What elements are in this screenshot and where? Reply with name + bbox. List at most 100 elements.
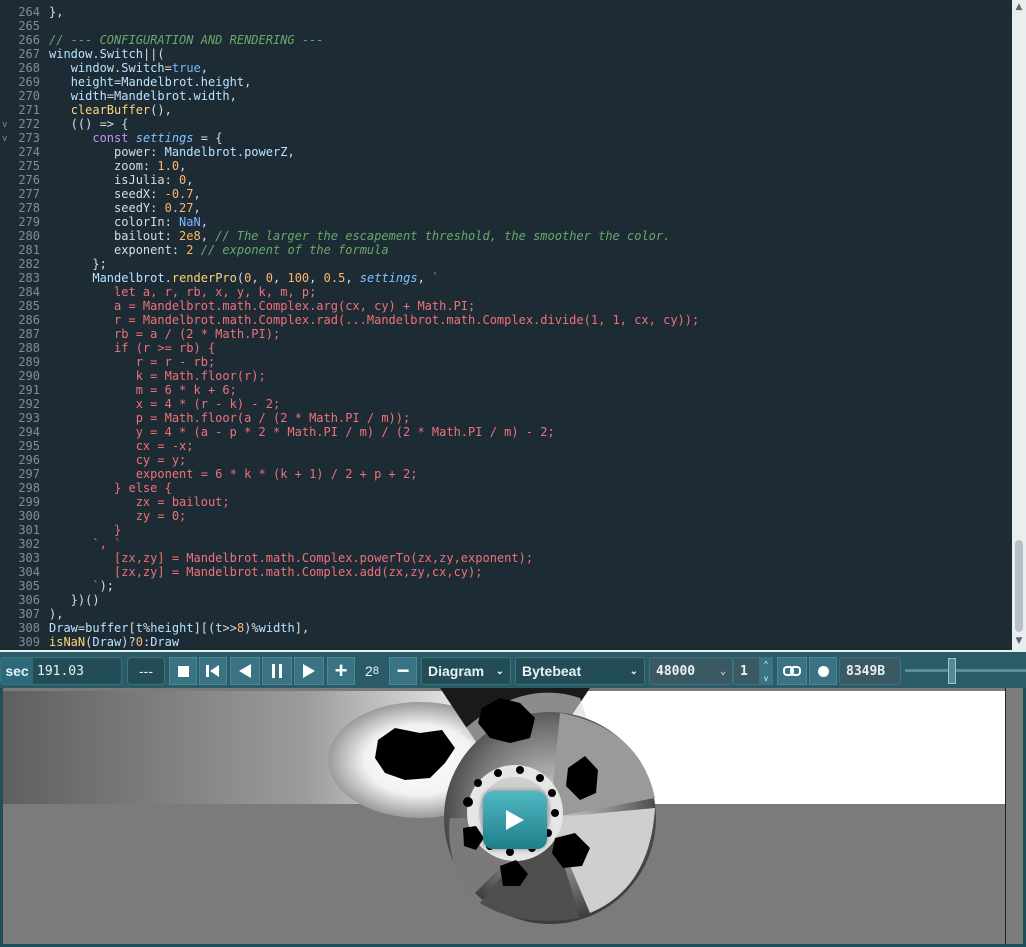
step-forward-button[interactable] bbox=[294, 657, 324, 685]
code-line[interactable]: 306 })() bbox=[0, 593, 1012, 607]
code-line[interactable]: 271 clearBuffer(), bbox=[0, 103, 1012, 117]
line-code[interactable]: cy = y; bbox=[49, 453, 187, 467]
line-code[interactable]: power: Mandelbrot.powerZ, bbox=[49, 145, 295, 159]
line-code[interactable]: [zx,zy] = Mandelbrot.math.Complex.add(zx… bbox=[49, 565, 482, 579]
line-code[interactable]: y = 4 * (a - p * 2 * Math.PI / m) / (2 *… bbox=[49, 425, 555, 439]
code-line[interactable]: 304 [zx,zy] = Mandelbrot.math.Complex.ad… bbox=[0, 565, 1012, 579]
code-line[interactable]: 291 m = 6 * k + 6; bbox=[0, 383, 1012, 397]
line-code[interactable]: k = Math.floor(r); bbox=[49, 369, 266, 383]
code-line[interactable]: 308 Draw=buffer[t%height][(t>>8)%width], bbox=[0, 621, 1012, 635]
line-code[interactable]: }; bbox=[49, 257, 106, 271]
line-code[interactable]: })() bbox=[49, 593, 100, 607]
line-code[interactable]: `, ` bbox=[49, 537, 121, 551]
code-line[interactable]: 301 } bbox=[0, 523, 1012, 537]
code-line[interactable]: 295 cx = -x; bbox=[0, 439, 1012, 453]
line-code[interactable]: zy = 0; bbox=[49, 509, 187, 523]
code-lines[interactable]: 264}, 265 266// --- CONFIGURATION AND REND… bbox=[0, 5, 1012, 649]
samplerate-select[interactable]: 48000 ⌄ bbox=[649, 657, 733, 685]
speed-down-button[interactable]: − bbox=[389, 657, 417, 685]
code-line[interactable]: 300 zy = 0; bbox=[0, 509, 1012, 523]
code-line[interactable]: 297 exponent = 6 * k * (k + 1) / 2 + p +… bbox=[0, 467, 1012, 481]
line-code[interactable]: Draw=buffer[t%height][(t>>8)%width], bbox=[49, 621, 309, 635]
step-back-button[interactable] bbox=[230, 657, 260, 685]
line-code[interactable]: exponent: 2 // exponent of the formula bbox=[49, 243, 389, 257]
line-code[interactable]: } else { bbox=[49, 481, 172, 495]
code-line[interactable]: 293 p = Math.floor(a / (2 * Math.PI / m)… bbox=[0, 411, 1012, 425]
fold-marker-icon[interactable]: v bbox=[2, 118, 7, 132]
code-line[interactable]: 266 // --- CONFIGURATION AND RENDERING --… bbox=[0, 33, 1012, 47]
code-line[interactable]: 299 zx = bailout; bbox=[0, 495, 1012, 509]
code-line[interactable]: 283 Mandelbrot.renderPro(0, 0, 100, 0.5,… bbox=[0, 271, 1012, 285]
code-line[interactable]: 307), bbox=[0, 607, 1012, 621]
code-line[interactable]: 277 seedX: -0.7, bbox=[0, 187, 1012, 201]
code-line[interactable]: 267 window.Switch||( bbox=[0, 47, 1012, 61]
code-line[interactable]: 264}, bbox=[0, 5, 1012, 19]
line-code[interactable]: seedY: 0.27, bbox=[49, 201, 201, 215]
code-line[interactable]: 287 rb = a / (2 * Math.PI); bbox=[0, 327, 1012, 341]
code-line[interactable]: 276 isJulia: 0, bbox=[0, 173, 1012, 187]
time-unit-toggle[interactable]: sec bbox=[1, 658, 33, 684]
pause-button[interactable] bbox=[262, 657, 292, 685]
code-line[interactable]: 290 k = Math.floor(r); bbox=[0, 369, 1012, 383]
code-line[interactable]: 288 if (r >= rb) { bbox=[0, 341, 1012, 355]
code-line[interactable]: 273 v const settings = { bbox=[0, 131, 1012, 145]
code-line[interactable]: 305 `); bbox=[0, 579, 1012, 593]
line-code[interactable]: r = Mandelbrot.math.Complex.rad(...Mande… bbox=[49, 313, 699, 327]
line-code[interactable]: isNaN(Draw)?0:Draw bbox=[49, 635, 179, 649]
code-line[interactable]: 298 } else { bbox=[0, 481, 1012, 495]
code-line[interactable]: 286 r = Mandelbrot.math.Complex.rad(...M… bbox=[0, 313, 1012, 327]
line-code[interactable]: bailout: 2e8, // The larger the escapeme… bbox=[49, 229, 670, 243]
scroll-down-icon[interactable]: ▼ bbox=[1014, 636, 1024, 646]
link-button[interactable] bbox=[777, 657, 807, 685]
line-code[interactable]: m = 6 * k + 6; bbox=[49, 383, 237, 397]
line-code[interactable]: `); bbox=[49, 579, 114, 593]
scroll-up-icon[interactable]: ▲ bbox=[1014, 2, 1024, 12]
line-code[interactable]: a = Mandelbrot.math.Complex.arg(cx, cy) … bbox=[49, 299, 475, 313]
chevron-up-icon[interactable]: ^ bbox=[764, 660, 768, 669]
fold-marker-icon[interactable]: v bbox=[2, 132, 7, 146]
type-select[interactable]: Bytebeat ⌄ bbox=[515, 657, 645, 685]
code-line[interactable]: 296 cy = y; bbox=[0, 453, 1012, 467]
code-line[interactable]: 268 window.Switch=true, bbox=[0, 61, 1012, 75]
vertical-scrollbar[interactable]: ▲ ▼ bbox=[1012, 0, 1026, 650]
mode-select[interactable]: Diagram ⌄ bbox=[421, 657, 511, 685]
line-code[interactable]: isJulia: 0, bbox=[49, 173, 194, 187]
code-line[interactable]: 279 colorIn: NaN, bbox=[0, 215, 1012, 229]
code-line[interactable]: 270 width=Mandelbrot.width, bbox=[0, 89, 1012, 103]
code-line[interactable]: 294 y = 4 * (a - p * 2 * Math.PI / m) / … bbox=[0, 425, 1012, 439]
line-code[interactable]: exponent = 6 * k * (k + 1) / 2 + p + 2; bbox=[49, 467, 418, 481]
code-line[interactable]: 280 bailout: 2e8, // The larger the esca… bbox=[0, 229, 1012, 243]
code-line[interactable]: 282 }; bbox=[0, 257, 1012, 271]
line-code[interactable]: seedX: -0.7, bbox=[49, 187, 201, 201]
code-line[interactable]: 265 bbox=[0, 19, 1012, 33]
code-editor[interactable]: 264}, 265 266// --- CONFIGURATION AND REND… bbox=[0, 0, 1026, 650]
line-code[interactable]: window.Switch=true, bbox=[49, 61, 208, 75]
code-line[interactable]: 272 v (() => { bbox=[0, 117, 1012, 131]
code-line[interactable]: 302 `, ` bbox=[0, 537, 1012, 551]
line-code[interactable]: clearBuffer(), bbox=[49, 103, 172, 117]
chevron-down-icon[interactable]: v bbox=[764, 674, 768, 683]
code-line[interactable]: 292 x = 4 * (r - k) - 2; bbox=[0, 397, 1012, 411]
code-line[interactable]: 309 isNaN(Draw)?0:Draw bbox=[0, 635, 1012, 649]
code-line[interactable]: 274 power: Mandelbrot.powerZ, bbox=[0, 145, 1012, 159]
line-code[interactable]: if (r >= rb) { bbox=[49, 341, 215, 355]
visualization-canvas[interactable] bbox=[0, 688, 1026, 947]
speed-up-button[interactable]: + bbox=[327, 657, 355, 685]
line-code[interactable]: width=Mandelbrot.width, bbox=[49, 89, 237, 103]
line-code[interactable]: x = 4 * (r - k) - 2; bbox=[49, 397, 281, 411]
code-line[interactable]: 303 [zx,zy] = Mandelbrot.math.Complex.po… bbox=[0, 551, 1012, 565]
line-code[interactable]: } bbox=[49, 523, 121, 537]
scrollbar-thumb[interactable] bbox=[1015, 540, 1023, 632]
play-button[interactable] bbox=[483, 791, 547, 849]
line-code[interactable]: rb = a / (2 * Math.PI); bbox=[49, 327, 280, 341]
line-code[interactable]: colorIn: NaN, bbox=[49, 215, 208, 229]
code-line[interactable]: 269 height=Mandelbrot.height, bbox=[0, 75, 1012, 89]
line-code[interactable]: const settings = { bbox=[49, 131, 222, 145]
line-code[interactable]: window.Switch||( bbox=[49, 47, 165, 61]
rewind-button[interactable] bbox=[199, 657, 227, 685]
divisor-stepper[interactable]: ^ v bbox=[759, 657, 773, 685]
record-button[interactable] bbox=[809, 657, 837, 685]
code-line[interactable]: 275 zoom: 1.0, bbox=[0, 159, 1012, 173]
code-line[interactable]: 289 r = r - rb; bbox=[0, 355, 1012, 369]
line-code[interactable]: ), bbox=[49, 607, 63, 621]
